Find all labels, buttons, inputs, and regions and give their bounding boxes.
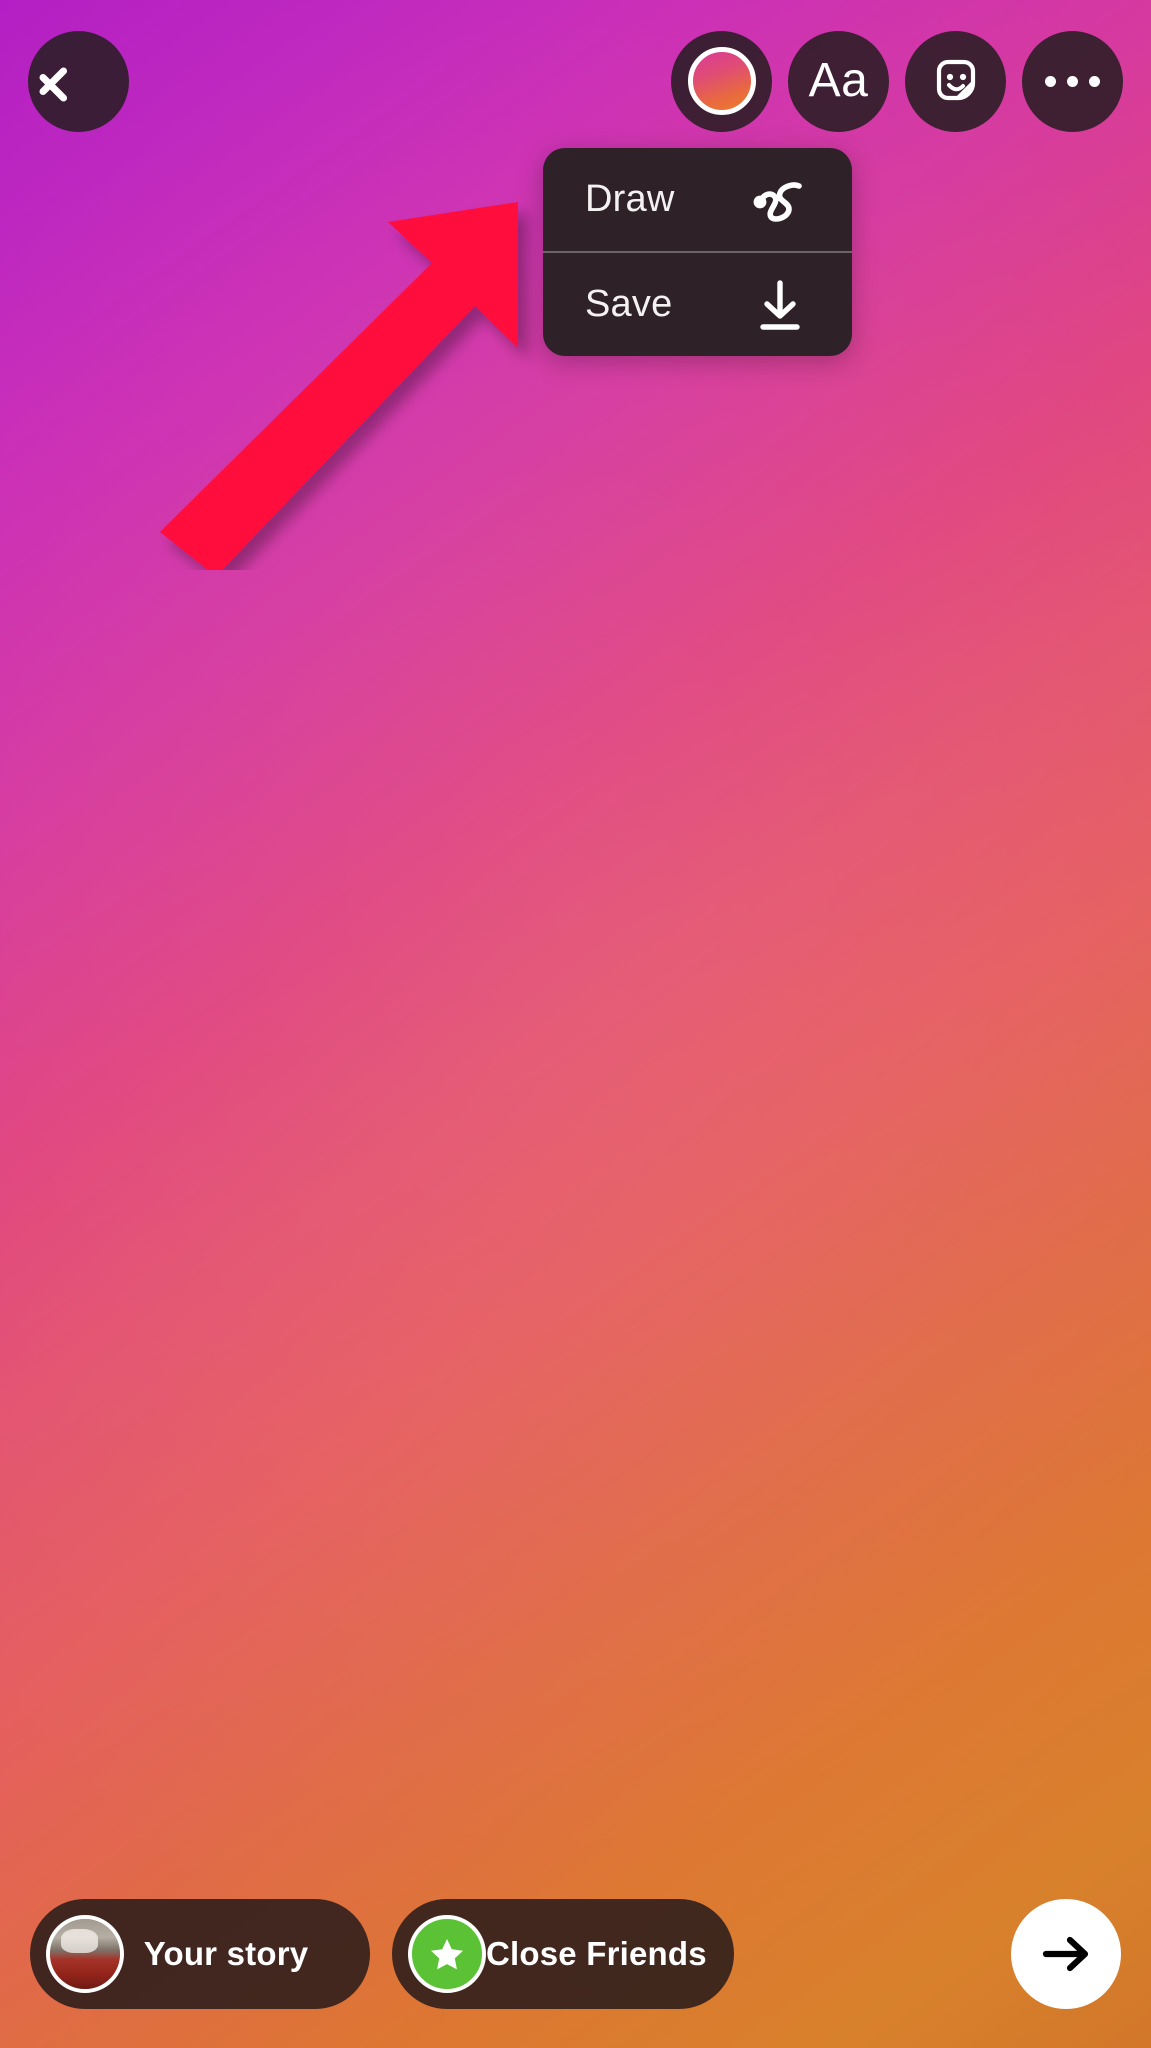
more-options-menu: Draw Save: [543, 148, 852, 356]
story-editor-screen: Aa Draw Save Your story Close Friends: [0, 0, 1151, 2048]
menu-item-draw[interactable]: Draw: [543, 148, 852, 251]
text-tool-icon: Aa: [808, 54, 869, 107]
text-tool-button[interactable]: Aa: [788, 30, 889, 132]
bottom-action-bar: Your story Close Friends: [0, 1898, 1151, 2010]
your-story-label: Your story: [143, 1935, 309, 1972]
color-picker-button[interactable]: [671, 30, 772, 132]
avatar: [46, 1915, 124, 1993]
back-button[interactable]: [28, 30, 129, 132]
close-friends-button[interactable]: Close Friends: [392, 1899, 734, 2009]
scribble-icon: [748, 168, 812, 232]
menu-item-save-label: Save: [585, 283, 673, 325]
your-story-button[interactable]: Your story: [30, 1899, 370, 2009]
avatar-image: [50, 1919, 120, 1989]
arrow-right-icon: [1042, 1936, 1089, 1972]
chevron-left-icon: [62, 51, 96, 111]
sticker-button[interactable]: [905, 30, 1006, 132]
next-button[interactable]: [1011, 1899, 1121, 2009]
menu-item-draw-label: Draw: [585, 178, 675, 220]
ellipsis-icon: [1045, 75, 1100, 87]
close-friends-label: Close Friends: [486, 1935, 707, 1972]
green-star-icon: [408, 1915, 486, 1993]
menu-item-save[interactable]: Save: [543, 253, 852, 356]
top-right-tool-group: Aa: [671, 30, 1123, 132]
sticker-smiley-icon: [936, 59, 975, 101]
more-options-button[interactable]: [1022, 30, 1123, 132]
color-picker-icon: [687, 47, 756, 115]
download-arrow-icon: [748, 273, 812, 337]
top-toolbar: Aa: [0, 28, 1151, 134]
